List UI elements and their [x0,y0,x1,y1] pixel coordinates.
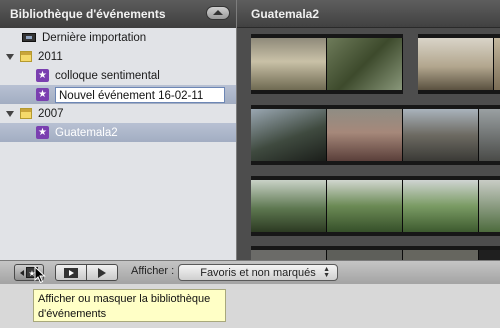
disclosure-triangle-icon[interactable] [6,110,14,117]
film-icon [22,33,36,42]
select-arrows-icon: ▲ ▼ [323,266,330,279]
event-browser-header: Guatemala2 [237,0,500,28]
sidebar-item-label: 2007 [38,107,64,120]
event-star-icon: ★ [36,69,49,82]
play-fullscreen-button[interactable] [55,264,87,281]
eject-icon [213,9,223,15]
tooltip-line: Afficher ou masquer la bibliothèque [38,293,211,305]
sidebar-item-event-editing[interactable]: ★ Nouvel événement 16-02-11 [0,85,236,104]
sidebar-item-event[interactable]: ★ colloque sentimental [0,66,236,85]
clip-frame [479,180,500,232]
clip-frame [251,180,327,232]
event-title: Guatemala2 [251,6,320,21]
event-name-input[interactable]: Nouvel événement 16-02-11 [55,86,225,103]
show-filter-label: Afficher : [131,265,175,277]
left-arrow-icon [20,269,24,276]
clip-frame [327,250,403,260]
sidebar-item-label: 2011 [38,50,63,63]
clip-frame [494,38,500,90]
sidebar-item-label: Guatemala2 [55,126,118,139]
tooltip: Afficher ou masquer la bibliothèque d'év… [33,289,226,322]
tooltip-line: d'événements [38,308,107,320]
mouse-pointer-icon [34,266,46,284]
sidebar-title: Bibliothèque d'événements [10,7,166,21]
clip-frame [251,250,327,260]
video-clip[interactable] [418,34,500,94]
event-star-icon: ★ [36,88,49,101]
disclosure-triangle-icon[interactable] [6,53,14,60]
calendar-icon [20,108,32,119]
clip-frame [327,109,403,161]
bottom-toolbar: ★ Afficher : Favoris et non marqués ▲ ▼ [0,260,500,284]
sidebar-item-label: colloque sentimental [55,69,160,82]
clip-frame [418,38,494,90]
event-star-icon: ★ [36,126,49,139]
event-browser: Guatemala2 [237,0,500,260]
show-filter-value: Favoris et non marqués [200,266,316,279]
sidebar-item-event[interactable]: ★ Guatemala2 [0,123,236,142]
video-clip[interactable] [251,34,403,94]
clip-frame [403,250,479,260]
video-clip[interactable] [251,176,500,236]
show-filter-select[interactable]: Favoris et non marqués ▲ ▼ [178,264,338,281]
fullscreen-play-icon [64,267,78,278]
video-clip[interactable] [251,105,500,165]
clip-frame [327,180,403,232]
clip-frame [479,109,500,161]
eject-button[interactable] [206,6,230,20]
sidebar-header: Bibliothèque d'événements [0,0,236,28]
clip-frame [251,38,327,90]
clip-frame [251,109,327,161]
calendar-icon [20,51,32,62]
sidebar-item-label: Dernière importation [42,31,147,44]
event-library-sidebar: Bibliothèque d'événements Dernière impor… [0,0,237,260]
clip-frame [403,180,479,232]
sidebar-item-last-import[interactable]: Dernière importation [0,28,236,47]
sidebar-item-year-2011[interactable]: 2011 [0,47,236,66]
clip-frame [327,38,403,90]
video-clip[interactable] [251,246,500,260]
clip-frame [403,109,479,161]
play-icon [98,267,106,278]
play-button[interactable] [86,264,118,281]
sidebar-item-year-2007[interactable]: 2007 [0,104,236,123]
